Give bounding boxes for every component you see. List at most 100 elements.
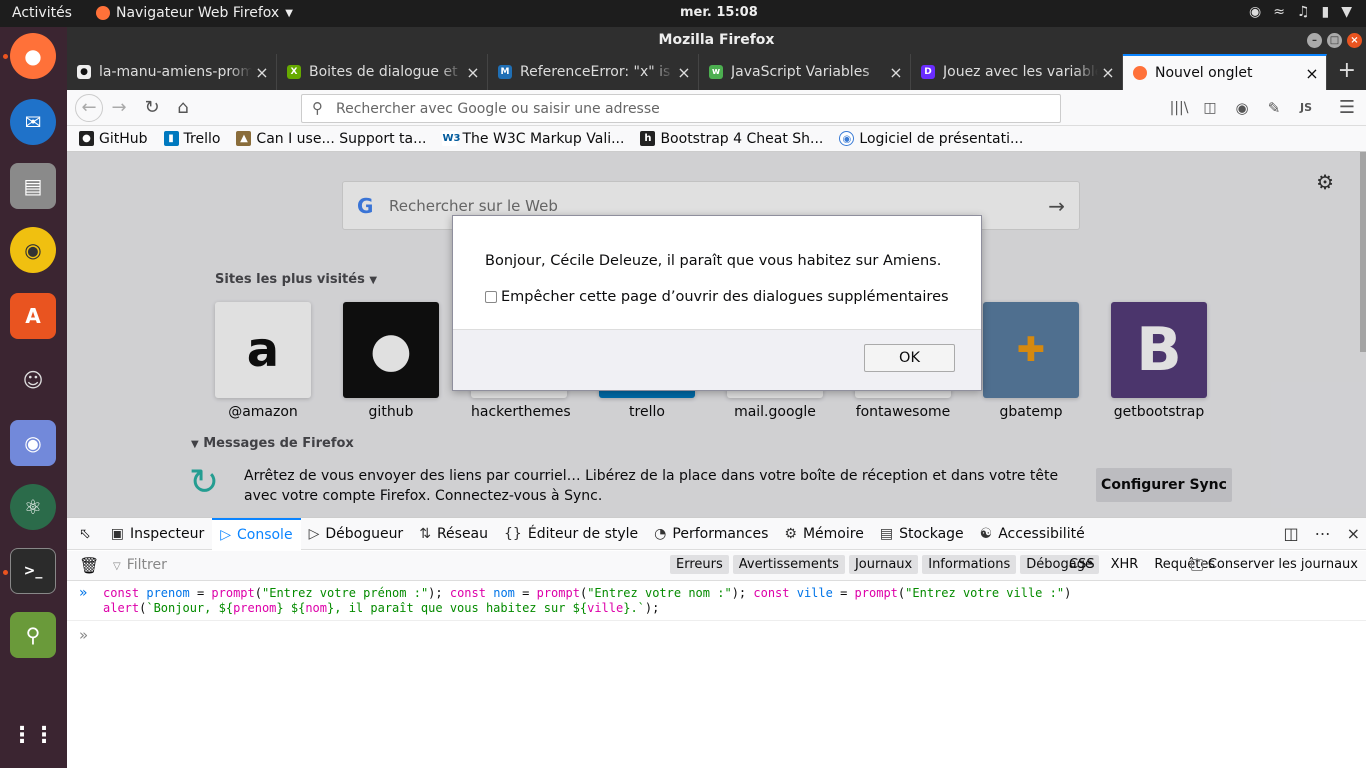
- bookmark-label: Trello: [183, 130, 221, 147]
- show-applications-icon[interactable]: ⋮⋮: [10, 712, 56, 758]
- suppress-dialogs-checkbox[interactable]: Empêcher cette page d’ouvrir des dialogu…: [485, 289, 949, 305]
- dock-image-viewer-icon[interactable]: ⚲: [10, 612, 56, 658]
- home-icon[interactable]: ⌂: [171, 96, 195, 120]
- url-bar[interactable]: ⚲ Rechercher avec Google ou saisir une a…: [301, 94, 1061, 123]
- console-output: » const prenom = prompt("Entrez votre pr…: [67, 582, 1366, 621]
- dock-files-icon[interactable]: ▤: [10, 163, 56, 209]
- tab-label: Accessibilité: [998, 525, 1085, 542]
- trello-icon: ▮: [163, 131, 179, 146]
- close-tab-icon[interactable]: ×: [1098, 63, 1118, 82]
- tab-debogueur[interactable]: ▷ Débogueur: [301, 518, 412, 550]
- tab-performances[interactable]: ◔ Performances: [646, 518, 776, 550]
- tab-referenceerror[interactable]: M ReferenceError: "x" is n ×: [488, 54, 699, 90]
- tab-label: Réseau: [436, 525, 489, 542]
- back-arrow-icon[interactable]: ←: [75, 94, 103, 122]
- forward-arrow-icon[interactable]: →: [107, 96, 131, 120]
- dock-gimp-icon[interactable]: ☺: [10, 357, 56, 403]
- dialog-footer: OK: [453, 329, 981, 390]
- console-input-prompt[interactable]: »: [79, 626, 88, 644]
- checkbox-label: Empêcher cette page d’ouvrir des dialogu…: [501, 289, 949, 305]
- code-line-2: alert(`Bonjour, ${prenom} ${nom}, il par…: [103, 601, 660, 615]
- close-tab-icon[interactable]: ×: [886, 63, 906, 82]
- checkbox-box[interactable]: [1190, 558, 1203, 571]
- dock-firefox-icon[interactable]: ●: [10, 33, 56, 79]
- filter-logs-button[interactable]: Journaux: [848, 555, 919, 574]
- hamburger-menu-icon[interactable]: ☰: [1335, 96, 1359, 120]
- debugger-icon: ▷: [308, 525, 320, 542]
- bookmark-w3c[interactable]: W3 The W3C Markup Vali...: [442, 131, 624, 147]
- bookmark-label: Bootstrap 4 Cheat Sh...: [660, 130, 824, 147]
- tab-label: Nouvel onglet: [1155, 65, 1253, 81]
- tab-boites-dialogue[interactable]: X Boites de dialogue et ne ×: [277, 54, 488, 90]
- activities-button[interactable]: Activités: [12, 5, 72, 21]
- dock-discord-icon[interactable]: ◉: [10, 420, 56, 466]
- close-tab-icon[interactable]: ×: [463, 63, 483, 82]
- dock-terminal-icon[interactable]: >_: [10, 548, 56, 594]
- battery-icon[interactable]: ▮: [1322, 4, 1330, 20]
- filter-info-button[interactable]: Informations: [922, 555, 1017, 574]
- filter-warnings-button[interactable]: Avertissements: [732, 555, 845, 574]
- dock-atom-icon[interactable]: ⚛: [10, 484, 56, 530]
- tab-inspecteur[interactable]: ▣ Inspecteur: [103, 518, 212, 550]
- close-devtools-icon[interactable]: ×: [1347, 524, 1360, 543]
- volume-icon[interactable]: ♫: [1297, 4, 1310, 20]
- close-tab-icon[interactable]: ×: [1302, 64, 1322, 83]
- app-menu[interactable]: Navigateur Web Firefox ▼: [96, 5, 293, 21]
- input-prompt-icon: »: [79, 585, 88, 601]
- close-tab-icon[interactable]: ×: [252, 63, 272, 82]
- mdn-icon: M: [498, 65, 512, 79]
- colorpicker-icon[interactable]: ✎: [1262, 96, 1286, 120]
- dock-software-icon[interactable]: A: [10, 293, 56, 339]
- dock-side-icon[interactable]: ◫: [1283, 524, 1298, 543]
- w3c-icon: W3: [442, 131, 461, 146]
- close-icon[interactable]: ×: [1347, 33, 1362, 48]
- tab-label: Débogueur: [325, 525, 404, 542]
- tab-reseau[interactable]: ⇅ Réseau: [411, 518, 496, 550]
- more-options-icon[interactable]: ⋯: [1315, 524, 1331, 543]
- library-icon[interactable]: |||\: [1167, 96, 1191, 120]
- filter-css-button[interactable]: CSS: [1069, 557, 1095, 572]
- js-extension-button[interactable]: JS: [1294, 96, 1318, 120]
- clock[interactable]: mer. 15:08: [680, 5, 758, 20]
- checkbox-box[interactable]: [485, 291, 497, 303]
- discord-tray-icon[interactable]: ◉: [1249, 4, 1261, 20]
- close-tab-icon[interactable]: ×: [674, 63, 694, 82]
- reload-icon[interactable]: ↻: [140, 96, 164, 120]
- bookmark-github[interactable]: ● GitHub: [79, 131, 148, 147]
- firefox-icon: [96, 6, 110, 20]
- dock-thunderbird-icon[interactable]: ✉: [10, 99, 56, 145]
- tab-memoire[interactable]: ⚙ Mémoire: [776, 518, 871, 550]
- minimize-icon[interactable]: –: [1307, 33, 1322, 48]
- system-tray[interactable]: ◉ ≈ ♫ ▮ ▼: [1249, 4, 1352, 20]
- navigation-toolbar: ← → ↻ ⌂ ⚲ Rechercher avec Google ou sais…: [67, 90, 1366, 126]
- tab-editeur-style[interactable]: {} Éditeur de style: [496, 518, 646, 550]
- trash-icon[interactable]: 🗑: [79, 556, 99, 575]
- tab-jouez-variables[interactable]: D Jouez avec les variables ×: [911, 54, 1123, 90]
- ok-button[interactable]: OK: [864, 344, 955, 372]
- tab-github-promo[interactable]: ● la-manu-amiens-promo ×: [67, 54, 277, 90]
- filter-errors-button[interactable]: Erreurs: [670, 555, 729, 574]
- bookmark-presentation[interactable]: ◉ Logiciel de présentati...: [839, 131, 1023, 147]
- account-icon[interactable]: ◉: [1230, 96, 1254, 120]
- persist-logs-checkbox[interactable]: Conserver les journaux: [1190, 557, 1358, 572]
- bookmark-trello[interactable]: ▮ Trello: [163, 130, 221, 147]
- power-menu-icon[interactable]: ▼: [1341, 4, 1352, 20]
- sidebar-icon[interactable]: ◫: [1198, 96, 1222, 120]
- dock-rhythmbox-icon[interactable]: ◉: [10, 227, 56, 273]
- tab-javascript-variables[interactable]: w JavaScript Variables ×: [699, 54, 911, 90]
- tab-nouvel-onglet[interactable]: Nouvel onglet ×: [1123, 54, 1327, 90]
- wifi-icon[interactable]: ≈: [1273, 4, 1285, 20]
- xul-icon: X: [287, 65, 301, 79]
- filter-xhr-button[interactable]: XHR: [1111, 557, 1139, 572]
- tab-label: Performances: [672, 525, 769, 542]
- tab-console[interactable]: ▷ Console: [212, 517, 301, 550]
- tab-stockage[interactable]: ▤ Stockage: [872, 518, 972, 550]
- filter-input[interactable]: Filtrer: [113, 557, 167, 573]
- tab-accessibilite[interactable]: ☯ Accessibilité: [972, 518, 1093, 550]
- new-tab-plus-icon[interactable]: +: [1338, 58, 1356, 83]
- bookmark-bootstrap-cheatsheet[interactable]: h Bootstrap 4 Cheat Sh...: [640, 131, 823, 147]
- element-picker-icon[interactable]: ⬁: [67, 518, 103, 550]
- maximize-icon[interactable]: □: [1327, 33, 1342, 48]
- style-editor-icon: {}: [504, 525, 522, 542]
- bookmark-caniuse[interactable]: ▲ Can I use... Support ta...: [236, 131, 426, 147]
